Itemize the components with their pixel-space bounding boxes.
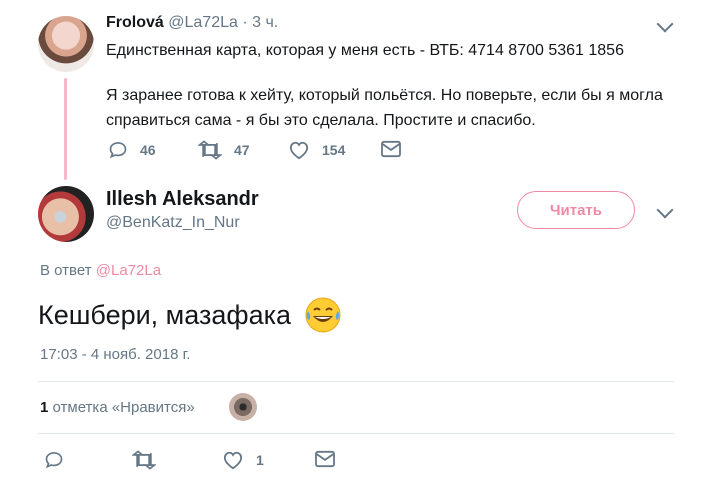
avatar-frolova[interactable] [38, 16, 94, 72]
tweet2-like-button[interactable]: 1 [222, 450, 264, 470]
tweet1-text: Единственная карта, которая у меня есть … [106, 38, 696, 133]
follow-button[interactable]: Читать [517, 191, 635, 229]
reply-prefix: В ответ [40, 262, 92, 279]
chevron-down-icon[interactable] [656, 15, 674, 33]
tweet1-time[interactable]: 3 ч. [252, 14, 278, 31]
likes-summary[interactable]: 1 отметка «Нравится» [40, 399, 195, 416]
message-icon [315, 450, 335, 468]
tweet2-text: Кешбери, мазафака [38, 299, 292, 330]
thread-connector-line [64, 78, 67, 180]
tweet2-timestamp[interactable]: 17:03 - 4 нояб. 2018 г. [40, 346, 190, 363]
retweet-icon [132, 450, 156, 470]
tweet2-reply-button[interactable] [44, 450, 64, 470]
tweet2-retweet-button[interactable] [132, 450, 156, 470]
divider-top [38, 381, 674, 382]
retweet-icon [198, 140, 222, 160]
reply-to-line: В ответ @La72La [40, 262, 161, 279]
chevron-down-icon[interactable] [656, 201, 674, 219]
reply-icon [109, 142, 127, 159]
liker-avatar[interactable] [229, 393, 257, 421]
tweet1-retweets-count: 47 [234, 142, 250, 158]
tweet2-message-button[interactable] [314, 450, 336, 468]
reply-icon [45, 452, 63, 469]
tweet1-text-line1: Единственная карта, которая у меня есть … [106, 42, 624, 59]
tweet2-author-handle[interactable]: @BenKatz_In_Nur [106, 214, 240, 232]
divider-bottom [38, 433, 674, 434]
tweet1-reply-button[interactable]: 46 [108, 140, 156, 160]
tweet1-message-button[interactable] [380, 140, 402, 158]
likes-summary-count: 1 [40, 399, 49, 416]
tweet1-retweet-button[interactable]: 47 [198, 140, 250, 160]
tweet1-author-name[interactable]: Frolová [106, 14, 164, 31]
face-with-tears-of-joy-emoji [305, 297, 341, 333]
tweet1-like-button[interactable]: 154 [288, 140, 345, 160]
heart-icon [223, 451, 243, 470]
tweet1-header: Frolová @La72La · 3 ч. [106, 14, 278, 32]
likes-summary-label: отметка «Нравится» [52, 399, 195, 416]
tweet1-text-line2: Я заранее готова к хейту, который польёт… [106, 87, 663, 129]
avatar-illesh[interactable] [38, 186, 94, 242]
tweet1-author-handle[interactable]: @La72La [168, 14, 238, 31]
tweet2-author-name[interactable]: Illesh Aleksandr [106, 188, 259, 211]
message-icon [381, 140, 401, 158]
reply-mention-link[interactable]: @La72La [96, 262, 161, 279]
tweet2-text-row: Кешбери, мазафака [38, 295, 343, 335]
heart-icon [289, 141, 309, 160]
tweet1-dot-separator: · [242, 14, 248, 31]
tweet2-likes-count: 1 [256, 452, 264, 468]
tweet1-replies-count: 46 [140, 142, 156, 158]
tweet1-likes-count: 154 [322, 142, 346, 158]
